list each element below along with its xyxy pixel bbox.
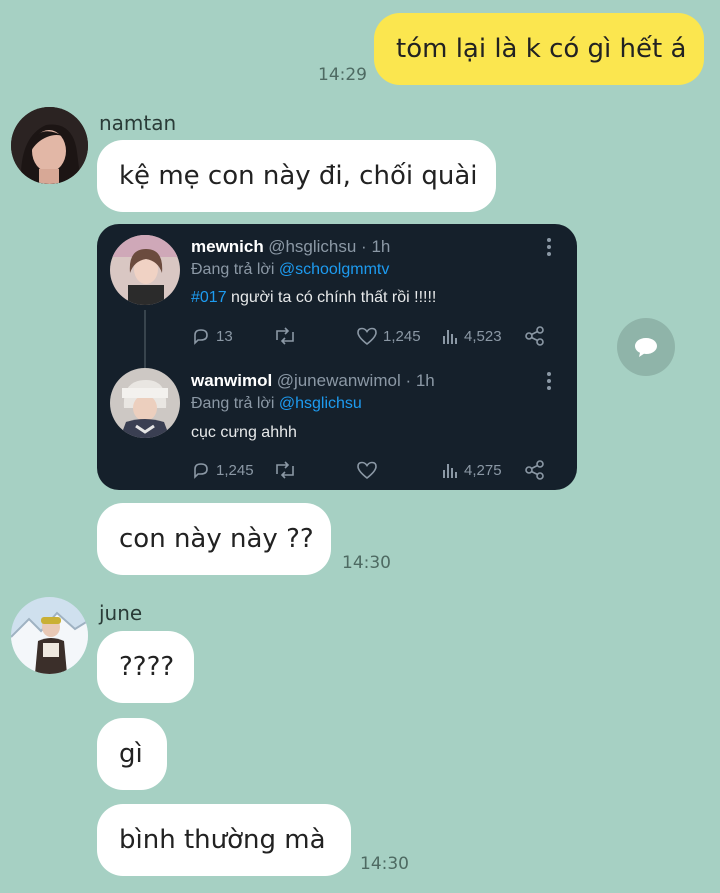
views-icon [443, 464, 457, 478]
message-bubble[interactable]: kệ mẹ con này đi, chối quài [97, 140, 496, 212]
sender-name: namtan [99, 111, 177, 135]
my-message-bubble[interactable]: tóm lại là k có gì hết á [374, 13, 704, 85]
more-icon[interactable] [547, 238, 551, 259]
tweet-share-action[interactable] [524, 460, 546, 480]
tweet-screenshot-card[interactable]: mewnich @hsglichsu · 1h Đang trả lời @sc… [97, 224, 577, 490]
reply-mention-link[interactable]: @hsglichsu [279, 395, 362, 412]
message-time: 14:29 [318, 65, 367, 85]
message-text: con này này ?? [119, 524, 314, 554]
tweet-share-icon [525, 326, 544, 346]
heart-icon [357, 327, 377, 346]
heart-icon [357, 461, 377, 480]
share-button[interactable] [617, 318, 675, 376]
message-text: gì [119, 739, 143, 769]
like-count: 1,245 [383, 327, 421, 345]
reply-prefix: Đang trả lời [191, 395, 279, 412]
views-action[interactable]: 4,523 [441, 326, 502, 346]
message-bubble[interactable]: ???? [97, 631, 194, 703]
message-text: ???? [119, 652, 175, 682]
tweet-text: cục cưng ahhh [191, 424, 297, 441]
tweet-author-handle: @junewanwimol · 1h [276, 371, 435, 390]
reply-icon [194, 463, 208, 479]
message-bubble[interactable]: con này này ?? [97, 503, 331, 575]
reply-icon [194, 329, 208, 345]
share-icon [635, 338, 657, 357]
message-bubble[interactable]: gì [97, 718, 167, 790]
thread-line [144, 310, 146, 370]
retweet-action[interactable] [273, 460, 297, 480]
like-action[interactable] [356, 460, 378, 480]
tweet-text: người ta có chính thất rồi !!!!! [226, 289, 437, 306]
message-time: 14:30 [360, 854, 409, 874]
tweet-share-action[interactable] [524, 326, 546, 346]
message-text: kệ mẹ con này đi, chối quài [119, 161, 478, 191]
like-action[interactable]: 1,245 [356, 326, 421, 346]
message-time: 14:30 [342, 553, 391, 573]
reply-action[interactable]: 1,245 [191, 460, 254, 480]
views-icon [443, 330, 457, 344]
views-action[interactable]: 4,275 [441, 460, 502, 480]
sender-name: june [99, 601, 143, 625]
avatar-june[interactable] [11, 597, 88, 674]
views-count: 4,523 [464, 327, 502, 345]
reply-count: 1,245 [216, 461, 254, 479]
tweet-author-name[interactable]: mewnich [191, 237, 264, 256]
retweet-icon [276, 461, 294, 479]
views-count: 4,275 [464, 461, 502, 479]
retweet-action[interactable] [273, 326, 297, 346]
more-icon[interactable] [547, 372, 551, 393]
reply-prefix: Đang trả lời [191, 261, 279, 278]
tweet-share-icon [525, 460, 544, 480]
tweet-avatar [110, 235, 180, 305]
reply-action[interactable]: 13 [191, 326, 233, 346]
tweet-avatar [110, 368, 180, 438]
hashtag-link[interactable]: #017 [191, 289, 227, 306]
reply-count: 13 [216, 327, 233, 345]
avatar-namtan[interactable] [11, 107, 88, 184]
message-text: bình thường mà [119, 825, 326, 855]
message-bubble[interactable]: bình thường mà [97, 804, 351, 876]
message-text: tóm lại là k có gì hết á [396, 34, 687, 64]
tweet-author-name[interactable]: wanwimol [191, 371, 272, 390]
tweet-author-handle: @hsglichsu · 1h [268, 237, 391, 256]
reply-mention-link[interactable]: @schoolgmmtv [279, 261, 390, 278]
retweet-icon [276, 327, 294, 345]
